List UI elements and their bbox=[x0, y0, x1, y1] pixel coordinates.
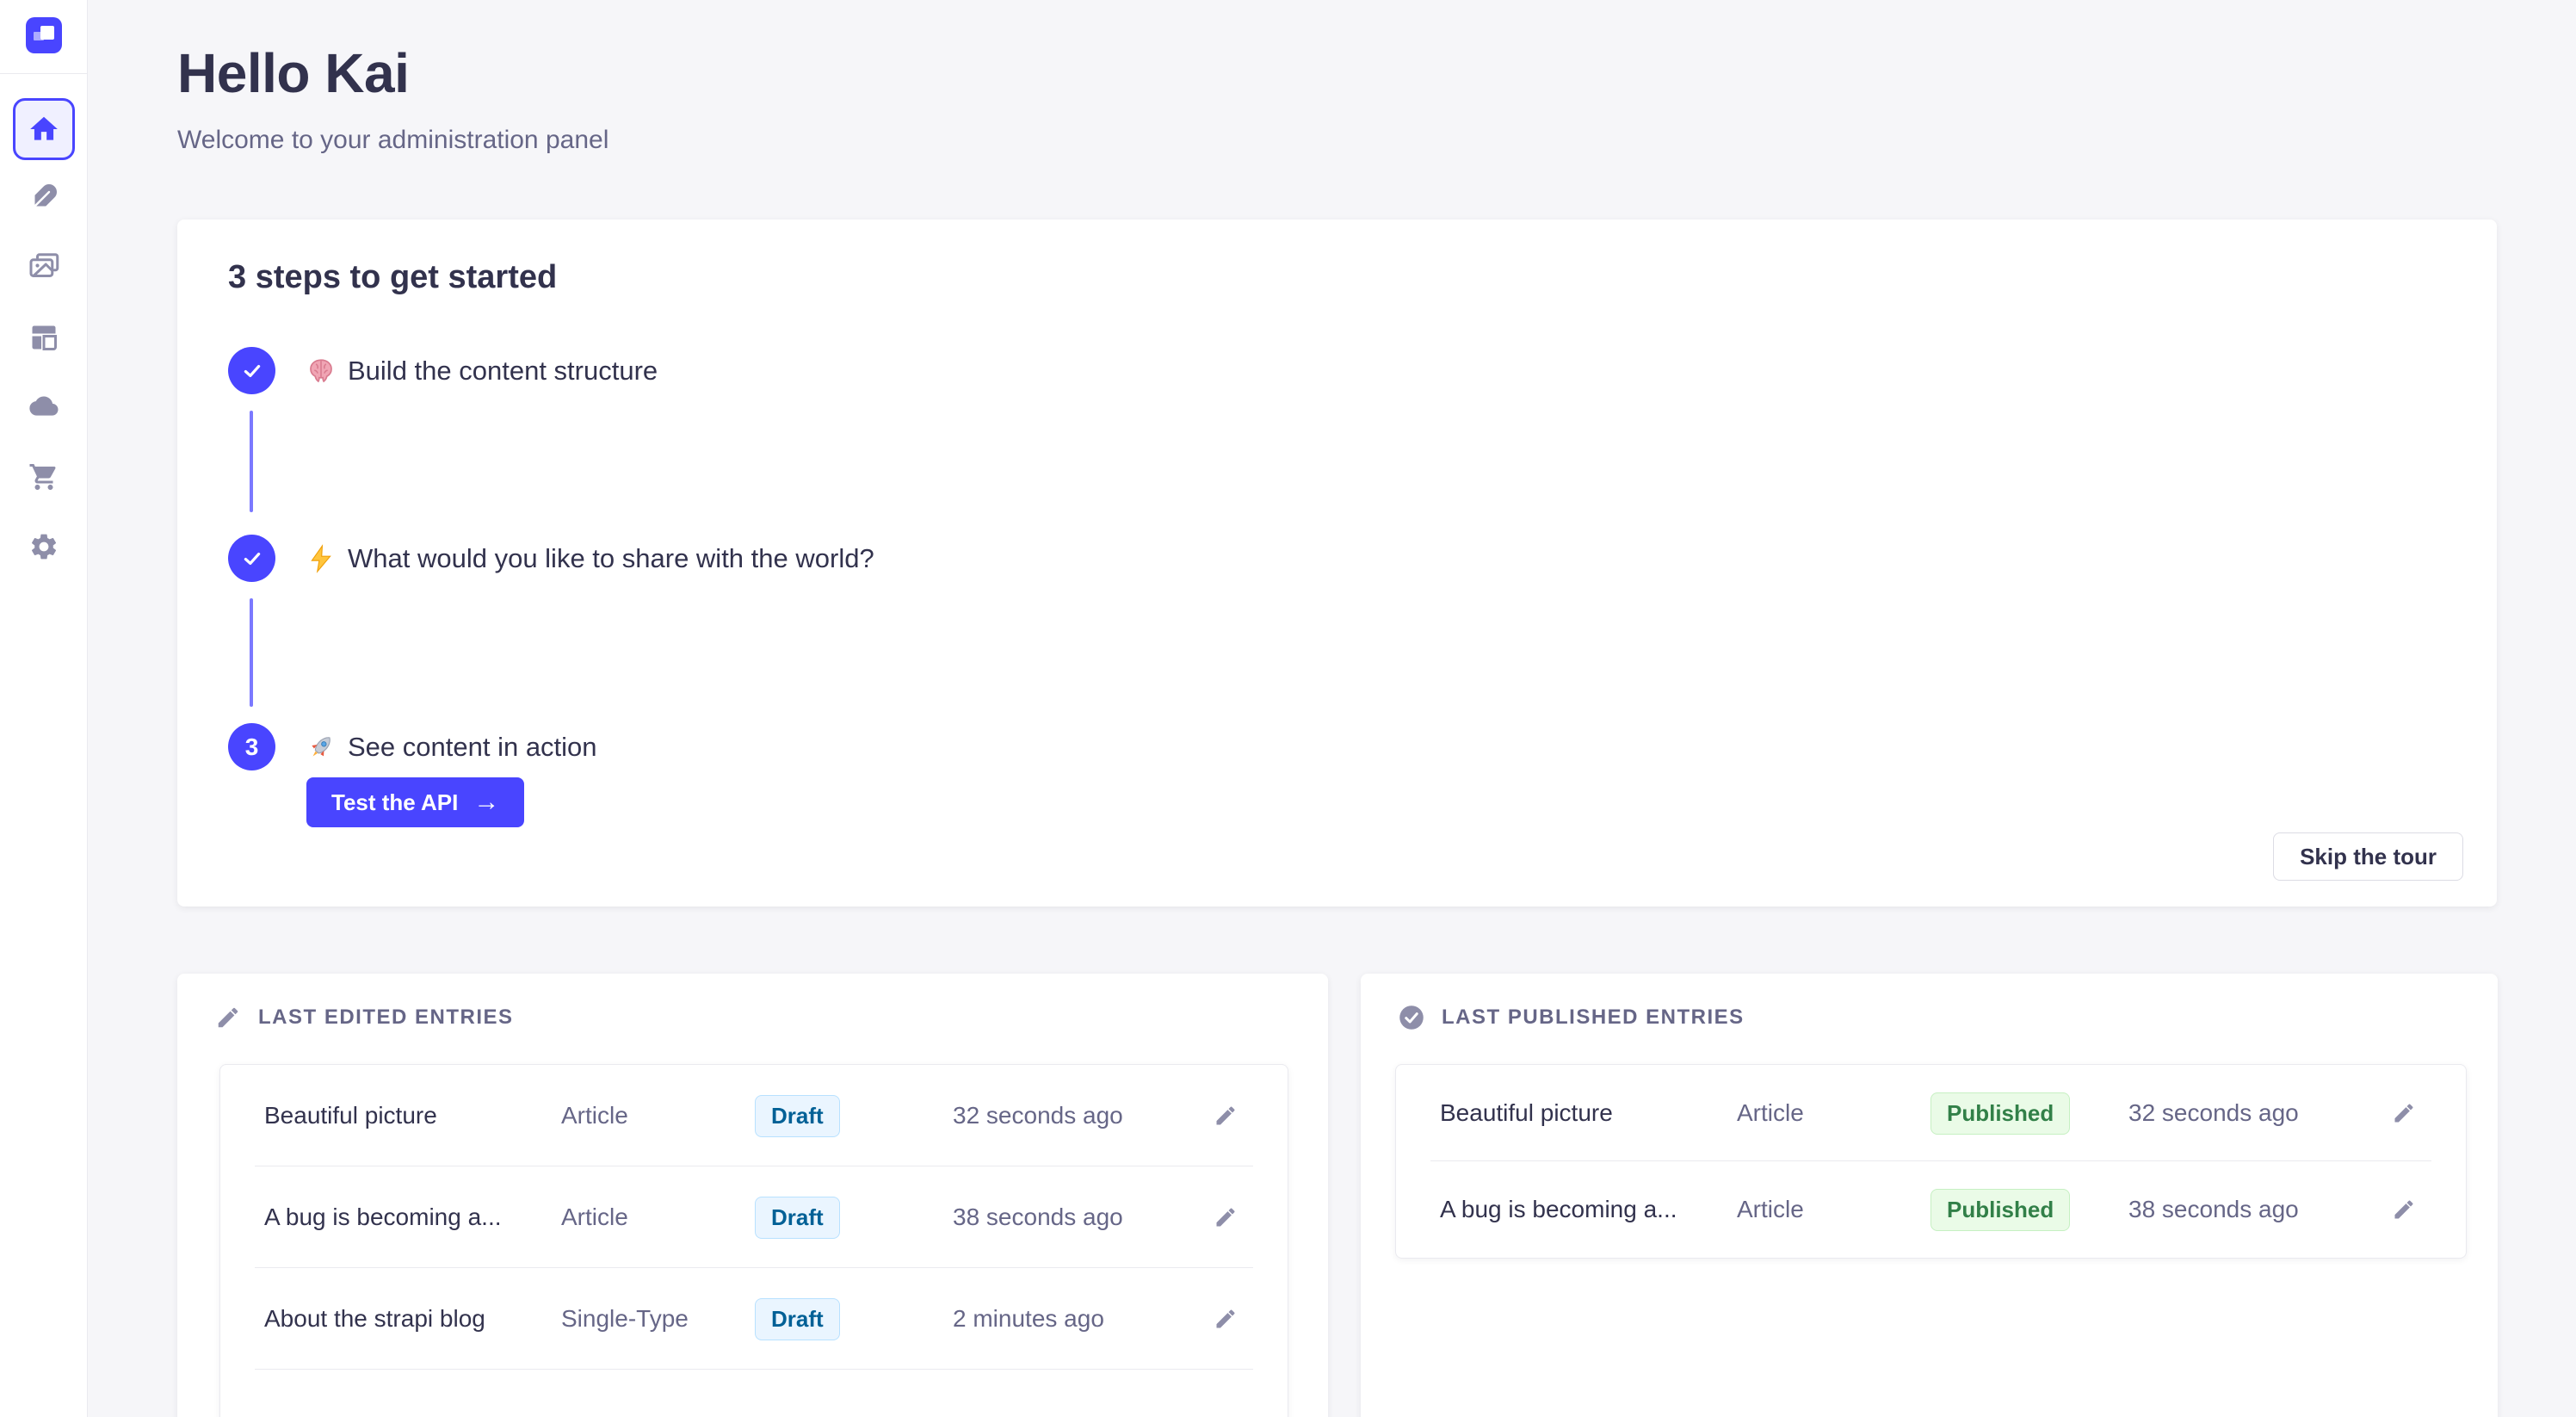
edit-entry-button[interactable] bbox=[2389, 1098, 2418, 1128]
entry-type: Article bbox=[1737, 1196, 1930, 1223]
entry-title: Beautiful picture bbox=[264, 1102, 561, 1129]
entry-time: 2 minutes ago bbox=[953, 1305, 1211, 1333]
entry-time: 38 seconds ago bbox=[953, 1204, 1211, 1231]
media-library-icon bbox=[28, 251, 59, 282]
cloud-icon bbox=[28, 392, 59, 423]
entry-title: A bug is becoming a... bbox=[264, 1204, 561, 1231]
gear-icon bbox=[28, 531, 59, 562]
layout-icon bbox=[28, 322, 59, 353]
status-badge: Published bbox=[1930, 1092, 2070, 1135]
sidebar-logo-section bbox=[0, 0, 87, 74]
last-published-entries-widget: LAST PUBLISHED ENTRIES Beautiful picture… bbox=[1361, 974, 2498, 1417]
table-row: A bug is becoming a... Article Draft 38 … bbox=[220, 1166, 1288, 1268]
last-published-header: LAST PUBLISHED ENTRIES bbox=[1399, 1005, 1745, 1030]
status-badge: Draft bbox=[755, 1095, 840, 1137]
step-3-label[interactable]: See content in action bbox=[306, 723, 597, 770]
status-badge: Draft bbox=[755, 1197, 840, 1239]
check-icon bbox=[241, 360, 263, 382]
step-2-check-circle bbox=[228, 535, 275, 582]
last-edited-title: LAST EDITED ENTRIES bbox=[258, 1006, 514, 1030]
step-2-label[interactable]: What would you like to share with the wo… bbox=[306, 535, 874, 582]
entry-title: About the strapi blog bbox=[264, 1305, 561, 1333]
sidebar-item-home[interactable] bbox=[13, 98, 75, 160]
strapi-logo-glyph bbox=[26, 17, 62, 53]
home-icon bbox=[28, 113, 60, 145]
pencil-icon bbox=[2392, 1101, 2416, 1125]
strapi-admin-home: Hello Kai Welcome to your administration… bbox=[0, 0, 2576, 1417]
entry-title: Beautiful picture bbox=[1440, 1099, 1737, 1127]
edit-entry-button[interactable] bbox=[1211, 1203, 1240, 1232]
step-1-text: Build the content structure bbox=[348, 356, 658, 387]
entry-type: Single-Type bbox=[561, 1305, 755, 1333]
pencil-icon bbox=[1214, 1104, 1238, 1128]
pencil-icon bbox=[1214, 1307, 1238, 1331]
brain-emoji-icon bbox=[306, 356, 336, 386]
step-3-number-circle: 3 bbox=[228, 723, 275, 770]
last-published-title: LAST PUBLISHED ENTRIES bbox=[1442, 1006, 1745, 1030]
check-circle-icon bbox=[1399, 1005, 1424, 1030]
page-subtitle: Welcome to your administration panel bbox=[177, 126, 608, 155]
entry-type: Article bbox=[561, 1102, 755, 1129]
status-badge: Published bbox=[1930, 1189, 2070, 1231]
sidebar-item-media-library[interactable] bbox=[28, 251, 59, 282]
last-published-table: Beautiful picture Article Published 32 s… bbox=[1395, 1064, 2467, 1259]
onboarding-title: 3 steps to get started bbox=[228, 259, 557, 296]
pencil-icon bbox=[2392, 1197, 2416, 1222]
edit-entry-button[interactable] bbox=[2389, 1195, 2418, 1224]
last-edited-header: LAST EDITED ENTRIES bbox=[215, 1005, 514, 1030]
entry-time: 32 seconds ago bbox=[2128, 1099, 2389, 1127]
step-connector-line bbox=[250, 411, 253, 512]
test-the-api-label: Test the API bbox=[331, 789, 458, 816]
table-row: A bug is becoming a... Article Published… bbox=[1396, 1161, 2466, 1258]
last-edited-entries-widget: LAST EDITED ENTRIES Beautiful picture Ar… bbox=[177, 974, 1328, 1417]
entry-title: A bug is becoming a... bbox=[1440, 1196, 1737, 1223]
step-3-number: 3 bbox=[245, 733, 259, 761]
sidebar-item-marketplace[interactable] bbox=[28, 461, 59, 492]
skip-the-tour-button[interactable]: Skip the tour bbox=[2273, 832, 2463, 881]
arrow-right-icon: → bbox=[473, 789, 499, 815]
last-edited-table: Beautiful picture Article Draft 32 secon… bbox=[219, 1064, 1288, 1417]
cart-icon bbox=[28, 461, 59, 492]
check-icon bbox=[241, 548, 263, 570]
step-2-text: What would you like to share with the wo… bbox=[348, 543, 874, 574]
entry-type: Article bbox=[1737, 1099, 1930, 1127]
pencil-icon bbox=[215, 1005, 241, 1030]
step-1-check-circle bbox=[228, 347, 275, 394]
entry-type: Article bbox=[561, 1204, 755, 1231]
test-the-api-button[interactable]: Test the API → bbox=[306, 777, 524, 827]
pencil-icon bbox=[1214, 1205, 1238, 1229]
table-row: Beautiful picture Article Draft 32 secon… bbox=[220, 1065, 1288, 1166]
entry-time: 32 seconds ago bbox=[953, 1102, 1211, 1129]
sidebar-item-content-manager[interactable] bbox=[28, 182, 59, 213]
edit-entry-button[interactable] bbox=[1211, 1101, 1240, 1130]
rocket-emoji-icon bbox=[306, 733, 336, 762]
table-row: About the strapi blog Single-Type Draft … bbox=[220, 1268, 1288, 1370]
page-title: Hello Kai bbox=[177, 41, 409, 105]
feather-icon bbox=[28, 182, 59, 213]
step-connector-line bbox=[250, 598, 253, 707]
sidebar-item-settings[interactable] bbox=[28, 531, 59, 562]
status-badge: Draft bbox=[755, 1298, 840, 1340]
step-3-text: See content in action bbox=[348, 732, 597, 763]
table-row: Beautiful picture Article Published 32 s… bbox=[1396, 1065, 2466, 1161]
sidebar-item-deploy[interactable] bbox=[28, 392, 59, 423]
strapi-logo[interactable] bbox=[26, 17, 62, 53]
edit-entry-button[interactable] bbox=[1211, 1304, 1240, 1333]
lightning-emoji-icon bbox=[306, 544, 336, 573]
entry-time: 38 seconds ago bbox=[2128, 1196, 2389, 1223]
sidebar-item-content-type-builder[interactable] bbox=[28, 322, 59, 353]
sidebar bbox=[0, 0, 88, 1417]
step-1-label[interactable]: Build the content structure bbox=[306, 347, 658, 394]
onboarding-card: 3 steps to get started Build the content… bbox=[177, 220, 2497, 907]
